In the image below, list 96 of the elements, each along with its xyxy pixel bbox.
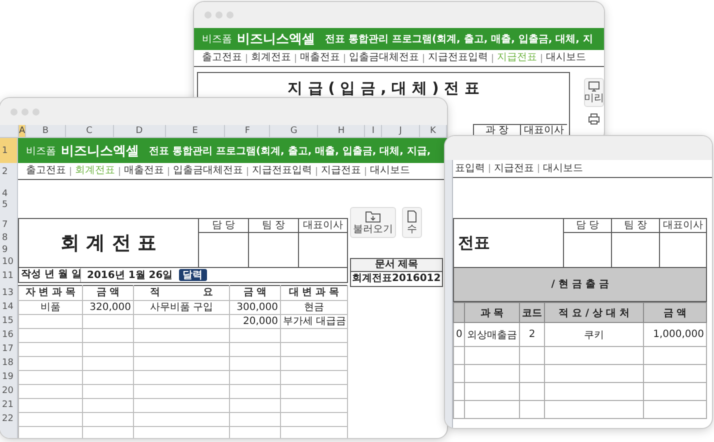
brand-tag: 비즈폼 [26,144,56,158]
column-header: F [225,125,270,137]
calendar-button[interactable]: 달력 [178,269,207,281]
nav-link[interactable]: 매출전표 [124,165,164,177]
brand-name: 비즈니스엑셀 [61,142,139,160]
brand-name: 비즈니스엑셀 [237,31,315,48]
row-number: 22 [1,413,14,426]
date-label: 작성 년 월 일 [19,268,81,282]
form-title: 전표 [454,219,564,267]
row-number: 16 [1,329,14,342]
column-header: 대 변 과 목 [280,286,348,300]
column-header: B [26,125,66,137]
approval-header: 팀 장 [612,219,660,233]
column-header: I [365,125,382,137]
row-number: 8 [1,232,9,244]
row-number: 17 [1,343,14,356]
printer-icon [588,113,600,125]
column-header: 자 변 과 목 [18,286,82,300]
row-number: 21 [1,399,14,412]
nav-link[interactable]: 대시보드 [546,52,586,64]
date-value: 2016년 1월 26일 [86,269,174,282]
nav-link[interactable]: 지급전표 [321,165,361,177]
monitor-icon [588,81,600,92]
document-title-value: 회계전표2016012 [351,272,442,286]
form-title: 지 급 ( 입 금 , 대 체 ) 전 표 [286,78,480,99]
row-number: 4 [1,188,9,200]
row-number: 1 [0,138,17,163]
table-cell: 320,000 [82,300,134,314]
program-title: 전표 통합관리 프로그램(회계, 출고, 매출, 입출금, 대체, 지 [325,33,593,46]
table-cell: 0 [454,322,464,346]
nav-link[interactable]: 출고전표 [202,52,242,64]
column-header: J [382,125,420,137]
table-cell: 부가세 대급금 [280,314,348,328]
nav-link[interactable]: 지급전표입력 [252,165,312,177]
nav-link[interactable]: 표입력 [455,162,485,174]
row-number: 18 [1,357,14,370]
document-icon [407,210,417,223]
column-header: D [114,125,166,137]
nav-link[interactable]: 대시보드 [543,162,583,174]
window-controls-icon [10,108,40,116]
approval-header: 대표이사 [660,219,706,233]
approval-header: 대표이사 [299,219,347,233]
column-header: 금 액 [82,286,134,300]
nav-link[interactable]: 입출금대체전표 [173,165,243,177]
column-header: C [66,125,114,137]
form-title: 회 계 전 표 [19,219,199,267]
table-cell: 현금 [280,300,348,314]
document-title-label: 문서 제목 [351,259,442,272]
table-cell: 외상매출금 [464,322,520,346]
nav-link[interactable]: 지급전표 [494,162,534,174]
column-header: 과 목 [464,302,520,322]
table-cell: 300,000 [230,300,280,314]
approval-header: 담 당 [564,219,612,233]
table-cell: 쿠키 [544,322,644,346]
table-cell: 2 [520,322,544,346]
nav-link[interactable]: 매출전표 [300,52,340,64]
section-header: / 현 금 출 금 [453,268,707,302]
approval-header: 팀 장 [249,219,299,233]
nav-link[interactable]: 대시보드 [370,165,410,177]
brand-tag: 비즈폼 [202,32,232,46]
row-number: 5 [1,200,9,210]
nav-link[interactable]: 회계전표 [251,52,291,64]
window-controls-icon [204,11,234,19]
row-number: 10 [1,256,14,268]
row-number: 9 [1,244,9,256]
table-cell: 20,000 [230,314,280,328]
table-cell: 1,000,000 [644,322,706,346]
row-number: 14 [1,301,14,314]
nav-link[interactable]: 입출금대체전표 [349,52,419,64]
table-cell: 사무비품 구입 [134,300,230,314]
program-title: 전표 통합관리 프로그램(회계, 출고, 매출, 입출금, 대체, 지급, [149,144,431,158]
folder-icon [365,210,381,223]
column-header: K [420,125,447,137]
table-cell: 비품 [18,300,82,314]
row-number: 15 [1,315,14,328]
load-button[interactable]: 불러오기 [350,207,396,238]
row-number: 7 [1,219,9,232]
column-header: 금 액 [230,286,280,300]
side-button[interactable]: 수 [402,207,422,238]
nav-link[interactable]: 출고전표 [26,165,66,177]
nav-link[interactable]: 지급전표입력 [428,52,488,64]
approval-header: 담 당 [199,219,249,233]
column-header: 코드 [520,302,544,322]
column-header: 적 [150,287,160,299]
column-header: 적 요 / 상 대 처 [544,302,644,322]
preview-button[interactable]: 미리 [584,78,604,107]
column-header: G [270,125,318,137]
row-number: 2 [1,166,9,178]
row-number: 20 [1,385,14,398]
column-header: 요 [203,287,213,299]
row-number: 13 [1,286,14,300]
column-header: E [166,125,226,137]
row-number: 19 [1,371,14,384]
row-number: 11 [1,270,14,282]
column-header: H [318,125,366,137]
column-header: 금 액 [644,302,706,322]
